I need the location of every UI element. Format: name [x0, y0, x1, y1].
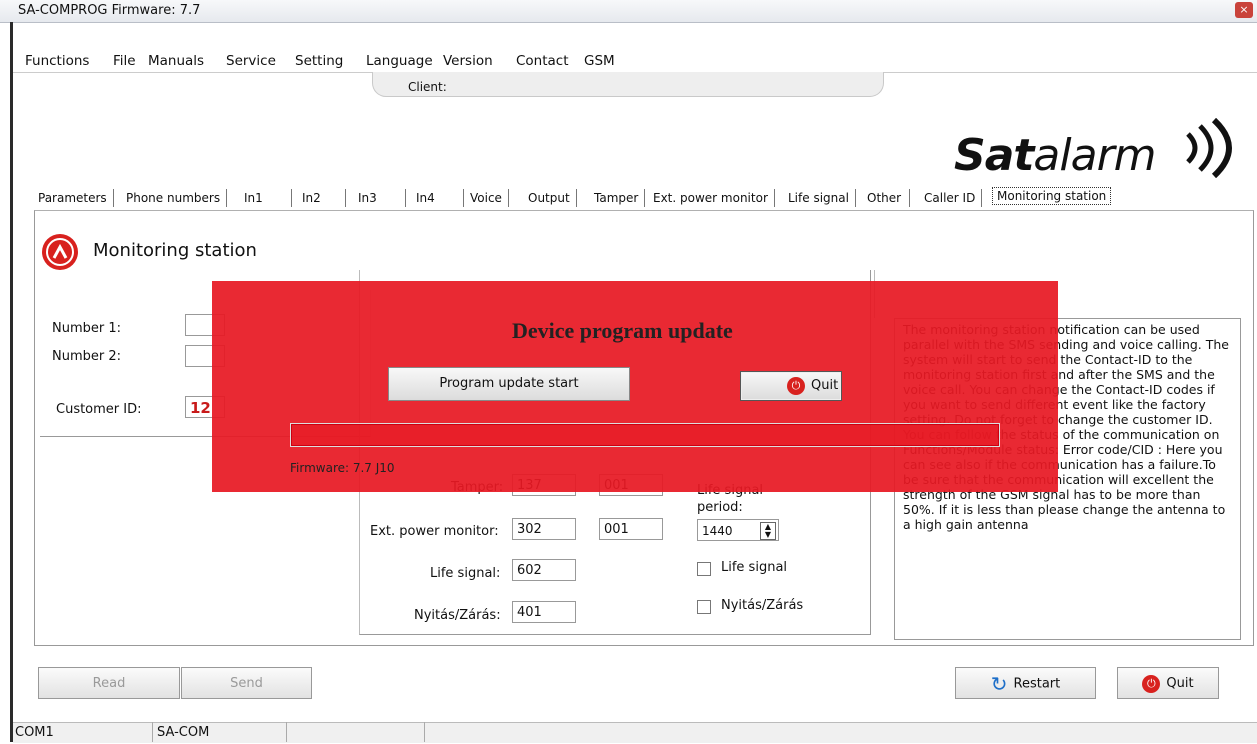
- customer-id-label: Customer ID:: [56, 402, 142, 417]
- number1-label: Number 1:: [52, 321, 122, 336]
- tab-strip: Parameters Phone numbers In1 In2 In3 In4…: [34, 187, 1254, 211]
- life-period-spinner[interactable]: 1440 ▲ ▼: [697, 519, 779, 541]
- nyitas-label: Nyitás/Zárás:: [414, 608, 501, 623]
- tab-in2[interactable]: In2: [302, 189, 346, 207]
- tab-in4[interactable]: In4: [416, 189, 464, 207]
- tab-caller-id[interactable]: Caller ID: [924, 189, 983, 207]
- menu-language[interactable]: Language: [366, 53, 433, 69]
- tab-voice[interactable]: Voice: [470, 189, 509, 207]
- tab-in1[interactable]: In1: [244, 189, 292, 207]
- window-title: SA-COMPROG Firmware: 7.7: [18, 3, 201, 18]
- tab-ext-power-monitor[interactable]: Ext. power monitor: [653, 189, 775, 207]
- spinner-arrows-icon[interactable]: ▲ ▼: [760, 522, 776, 540]
- dialog-title: Device program update: [512, 318, 733, 343]
- menu-manuals[interactable]: Manuals: [148, 53, 204, 69]
- tab-other[interactable]: Other: [867, 189, 911, 207]
- client-label: Client:: [408, 80, 447, 94]
- ext-power-label: Ext. power monitor:: [370, 524, 499, 539]
- tab-tamper[interactable]: Tamper: [594, 189, 646, 207]
- update-progress-bar: [290, 423, 1000, 447]
- ext-power-zone-input[interactable]: 001: [599, 518, 663, 540]
- monitoring-station-icon: [42, 234, 78, 270]
- status-device: SA-COM: [155, 722, 287, 742]
- firmware-version: Firmware: 7.7 J10: [290, 461, 395, 475]
- ext-power-code-input[interactable]: 302: [512, 518, 576, 540]
- power-icon: ⏻: [1142, 674, 1161, 693]
- window-close-button[interactable]: ×: [1235, 2, 1253, 18]
- status-port: COM1: [13, 722, 153, 742]
- tab-life-signal[interactable]: Life signal: [788, 189, 856, 207]
- program-update-start-button[interactable]: Program update start: [388, 367, 630, 401]
- nyitas-checkbox-label: Nyitás/Zárás: [721, 598, 804, 613]
- status-cell-3: [289, 722, 425, 742]
- menu-setting[interactable]: Setting: [295, 53, 343, 69]
- restart-label: Restart: [1013, 676, 1061, 692]
- read-button[interactable]: Read: [38, 667, 180, 699]
- nyitas-code-input[interactable]: 401: [512, 601, 576, 623]
- menu-service[interactable]: Service: [226, 53, 276, 69]
- tab-monitoring-station[interactable]: Monitoring station: [992, 187, 1112, 205]
- life-signal-checkbox[interactable]: [697, 562, 711, 576]
- restart-icon: ↻: [990, 672, 1008, 696]
- dialog-quit-button[interactable]: ⏻ Quit: [740, 371, 842, 401]
- life-signal-code-input[interactable]: 602: [512, 559, 576, 581]
- menu-gsm[interactable]: GSM: [584, 53, 615, 69]
- menu-version[interactable]: Version: [443, 53, 493, 69]
- window-frame: [10, 22, 13, 742]
- life-signal-label: Life signal:: [430, 566, 501, 581]
- nyitas-checkbox[interactable]: [697, 600, 711, 614]
- quit-label: Quit: [1166, 676, 1194, 691]
- section-title: Monitoring station: [93, 240, 257, 261]
- tab-phone-numbers[interactable]: Phone numbers: [126, 189, 228, 207]
- life-signal-checkbox-label: Life signal: [721, 560, 788, 575]
- tab-output[interactable]: Output: [528, 189, 577, 207]
- life-period-label-2: period:: [697, 500, 743, 515]
- life-period-value: 1440: [702, 524, 733, 538]
- status-cell-4: [427, 722, 1257, 742]
- satalarm-logo: Satalarm: [954, 130, 1157, 181]
- tab-in3[interactable]: In3: [358, 189, 406, 207]
- power-icon: ⏻: [787, 376, 805, 395]
- quit-button[interactable]: ⏻ Quit: [1117, 667, 1219, 699]
- tab-parameters[interactable]: Parameters: [38, 189, 114, 207]
- dialog-quit-label: Quit: [811, 378, 839, 393]
- signal-waves-icon: [1186, 118, 1232, 178]
- menu-contact[interactable]: Contact: [516, 53, 569, 69]
- send-button[interactable]: Send: [181, 667, 312, 699]
- menu-bar: Functions File Manuals Service Setting L…: [13, 50, 1257, 73]
- number2-label: Number 2:: [52, 349, 122, 364]
- menu-functions[interactable]: Functions: [25, 53, 89, 69]
- restart-button[interactable]: ↻ Restart: [955, 667, 1096, 699]
- client-bar: [372, 72, 884, 97]
- menu-file[interactable]: File: [113, 53, 136, 69]
